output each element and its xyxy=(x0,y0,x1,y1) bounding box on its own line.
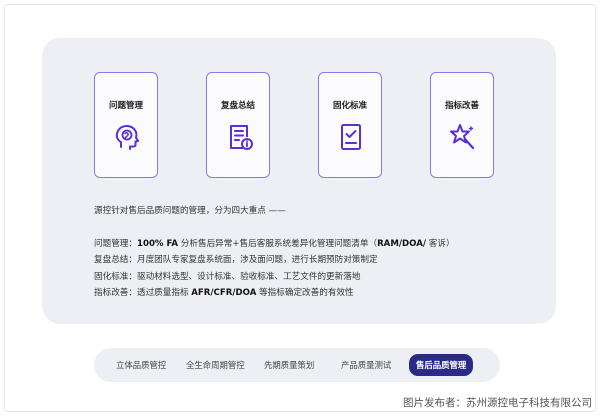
tile-standardization[interactable]: 固化标准 xyxy=(318,72,382,178)
tab-bar: 立体品质管控 全生命周期管控 先期质量策划 产品质量测试 售后品质管理 xyxy=(94,348,500,382)
tile-problem-management[interactable]: 问题管理 xyxy=(94,72,158,178)
detail-text: 透过质量指标 xyxy=(136,288,192,299)
tab-quality-control[interactable]: 立体品质管控 xyxy=(116,356,166,374)
detail-line-review: 复盘总结：月度团队专家复盘系统面，涉及面问题，进行长期预防对策制定 xyxy=(94,252,455,268)
tile-label: 问题管理 xyxy=(108,101,143,111)
detail-line-standard: 固化标准：驱动材料选型、设计标准、验收标准、工艺文件的更新落地 xyxy=(94,269,455,285)
detail-bold: RAM/DOA/ xyxy=(377,239,427,249)
document-info-icon xyxy=(230,125,253,150)
detail-bold: AFR/CFR/DOA xyxy=(191,288,257,299)
detail-text: 分析售后异常+售后客服系统差异化管理问题清单（ xyxy=(178,239,378,249)
detail-list: 问题管理：100% FA 分析售后异常+售后客服系统差异化管理问题清单（RAM/… xyxy=(94,236,455,302)
intro-text: 源控针对售后品质问题的管理，分为四大重点 —— xyxy=(94,206,286,216)
tile-label: 指标改善 xyxy=(444,101,479,111)
detail-bold: 100% FA xyxy=(136,239,179,249)
detail-text: 客诉） xyxy=(426,239,455,249)
detail-line-problem: 问题管理：100% FA 分析售后异常+售后客服系统差异化管理问题清单（RAM/… xyxy=(94,236,455,252)
checklist-icon xyxy=(341,124,361,150)
tab-lifecycle[interactable]: 全生命周期管控 xyxy=(186,356,245,374)
detail-text: 月度团队专家复盘系统面，涉及面问题，进行长期预防对策制定 xyxy=(136,255,378,266)
detail-key: 指标改善： xyxy=(94,288,137,299)
detail-text: 驱动材料选型、设计标准、验收标准、工艺文件的更新落地 xyxy=(136,271,361,282)
detail-key: 复盘总结： xyxy=(94,255,137,266)
detail-line-metric: 指标改善：透过质量指标 AFR/CFR/DOA 等指标确定改善的有效性 xyxy=(94,285,455,301)
tile-metric-improvement[interactable]: 指标改善 xyxy=(430,72,494,178)
tile-review-summary[interactable]: 复盘总结 xyxy=(206,72,270,178)
tab-advance-planning[interactable]: 先期质量策划 xyxy=(264,356,314,374)
detail-key: 固化标准： xyxy=(94,271,137,282)
detail-text: 等指标确定改善的有效性 xyxy=(256,288,354,299)
tab-product-testing[interactable]: 产品质量测试 xyxy=(341,356,391,374)
tab-after-sales[interactable]: 售后品质管理 xyxy=(409,354,474,376)
content-card: 问题管理 复盘总结 固化标准 指标改善 源控针对售后品质问题的管理，分为四大重点… xyxy=(42,38,556,324)
tile-label: 固化标准 xyxy=(332,101,367,111)
tile-label: 复盘总结 xyxy=(220,101,255,111)
publisher-credit: 图片发布者：苏州源控电子科技有限公司 xyxy=(403,397,592,409)
magic-star-icon xyxy=(450,124,475,150)
brain-head-icon xyxy=(115,125,139,150)
detail-key: 问题管理： xyxy=(94,239,137,249)
